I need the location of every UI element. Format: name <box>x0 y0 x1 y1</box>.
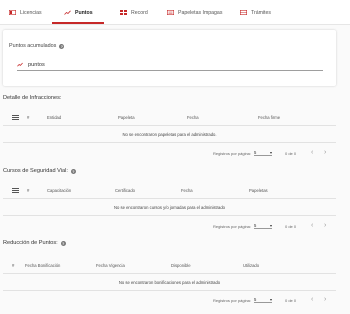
points-card-title: Puntos acumulados ? <box>9 43 65 49</box>
infracciones-table-header: # Entidad Papeleta Fecha Fecha firme <box>3 111 336 125</box>
cursos-table-header: # Capacitación Certificado Fecha Papelet… <box>3 184 336 198</box>
cursos-title: Cursos de Seguridad Vial: ? <box>3 168 76 174</box>
col-capacitacion: Capacitación <box>47 188 72 193</box>
tab-papeletas-label: Papeletas Impagas <box>178 9 223 16</box>
caret-down-icon: ▾ <box>269 297 272 302</box>
tab-bar: Licencias Puntos Record Papeletas Impaga… <box>0 0 350 25</box>
cursos-title-text: Cursos de Seguridad Vial: <box>3 168 68 174</box>
caret-down-icon: ▾ <box>269 150 272 155</box>
divider <box>3 142 336 143</box>
cursos-empty-message: No se encontraron cursos y/o jornadas pa… <box>113 205 226 210</box>
points-trend-icon <box>17 62 23 69</box>
col-fecha: Fecha <box>187 115 199 120</box>
paginator-label: Registros por página: <box>213 298 252 303</box>
help-icon[interactable]: ? <box>70 168 76 174</box>
col-certificado: Certificado <box>115 188 136 193</box>
tab-papeletas-impagas[interactable]: Papeletas Impagas <box>167 0 222 25</box>
col-fecha: Fecha <box>181 188 193 193</box>
divider <box>3 273 336 274</box>
points-value: puntos <box>28 62 45 68</box>
points-card <box>3 30 336 86</box>
page-size-select[interactable]: 5 ▾ <box>254 150 272 156</box>
caret-down-icon: ▾ <box>269 223 272 228</box>
help-icon[interactable]: ? <box>60 240 66 246</box>
document-icon <box>167 10 175 16</box>
tab-tramites[interactable]: Trámites <box>240 0 271 25</box>
id-card-icon <box>9 10 17 16</box>
divider <box>3 125 336 126</box>
col-fecha-firme: Fecha firme <box>258 115 281 120</box>
tab-tramites-label: Trámites <box>251 9 271 16</box>
divider <box>3 215 336 216</box>
active-tab-indicator <box>52 22 104 24</box>
tab-licencias[interactable]: Licencias <box>9 0 42 25</box>
help-icon[interactable]: ? <box>59 43 65 49</box>
infracciones-empty-message: No se encontraron papeletas para el admi… <box>122 132 217 137</box>
col-number: # <box>27 188 30 193</box>
col-papeletas: Papeletas <box>249 188 268 193</box>
prev-page-button[interactable]: ‹ <box>311 296 313 303</box>
paginator-label: Registros por página: <box>213 224 252 229</box>
reduccion-empty-message: No se encontraron bonificaciones para el… <box>118 280 221 285</box>
page-size-select[interactable]: 5 ▾ <box>254 223 272 229</box>
paginator-range: 0 de 0 <box>285 151 297 156</box>
infracciones-title: Detalle de Infracciones: <box>3 95 61 101</box>
grid-icon <box>120 10 127 15</box>
paginator-range: 0 de 0 <box>285 224 297 229</box>
menu-icon[interactable] <box>12 115 19 120</box>
tab-licencias-label: Licencias <box>20 9 42 16</box>
paginator-range: 0 de 0 <box>285 298 297 303</box>
trend-icon <box>64 10 71 15</box>
page-size-value: 5 <box>254 297 257 302</box>
col-disponible: Disponible <box>171 263 191 268</box>
col-fecha-vigencia: Fecha Vigencia <box>96 263 125 268</box>
col-entidad: Entidad <box>47 115 62 120</box>
next-page-button[interactable]: › <box>324 149 326 156</box>
infracciones-title-text: Detalle de Infracciones: <box>3 95 62 101</box>
col-number: # <box>27 115 30 120</box>
points-field-underline <box>17 70 323 71</box>
col-papeleta: Papeleta <box>118 115 135 120</box>
points-title-text: Puntos acumulados <box>9 43 57 49</box>
prev-page-button[interactable]: ‹ <box>311 149 313 156</box>
page-size-value: 5 <box>254 150 257 155</box>
col-fecha-bonificacion: Fecha Bonificación <box>25 263 61 268</box>
page-size-value: 5 <box>254 223 257 228</box>
tab-record-label: Record <box>131 9 148 16</box>
next-page-button[interactable]: › <box>324 296 326 303</box>
list-icon <box>240 10 248 16</box>
tab-puntos-label: Puntos <box>75 9 93 16</box>
paginator-label: Registros por página: <box>213 151 252 156</box>
menu-icon[interactable] <box>12 188 19 193</box>
reduccion-title-text: Reducción de Puntos: <box>3 240 58 246</box>
col-utilizado: Utilizado <box>243 263 260 268</box>
prev-page-button[interactable]: ‹ <box>311 222 313 229</box>
reduccion-table-header: # Fecha Bonificación Fecha Vigencia Disp… <box>3 259 336 273</box>
divider <box>3 198 336 199</box>
reduccion-title: Reducción de Puntos: ? <box>3 240 66 246</box>
tab-record[interactable]: Record <box>120 0 148 25</box>
next-page-button[interactable]: › <box>324 222 326 229</box>
page-size-select[interactable]: 5 ▾ <box>254 297 272 303</box>
col-number: # <box>12 263 15 268</box>
divider <box>3 290 336 291</box>
